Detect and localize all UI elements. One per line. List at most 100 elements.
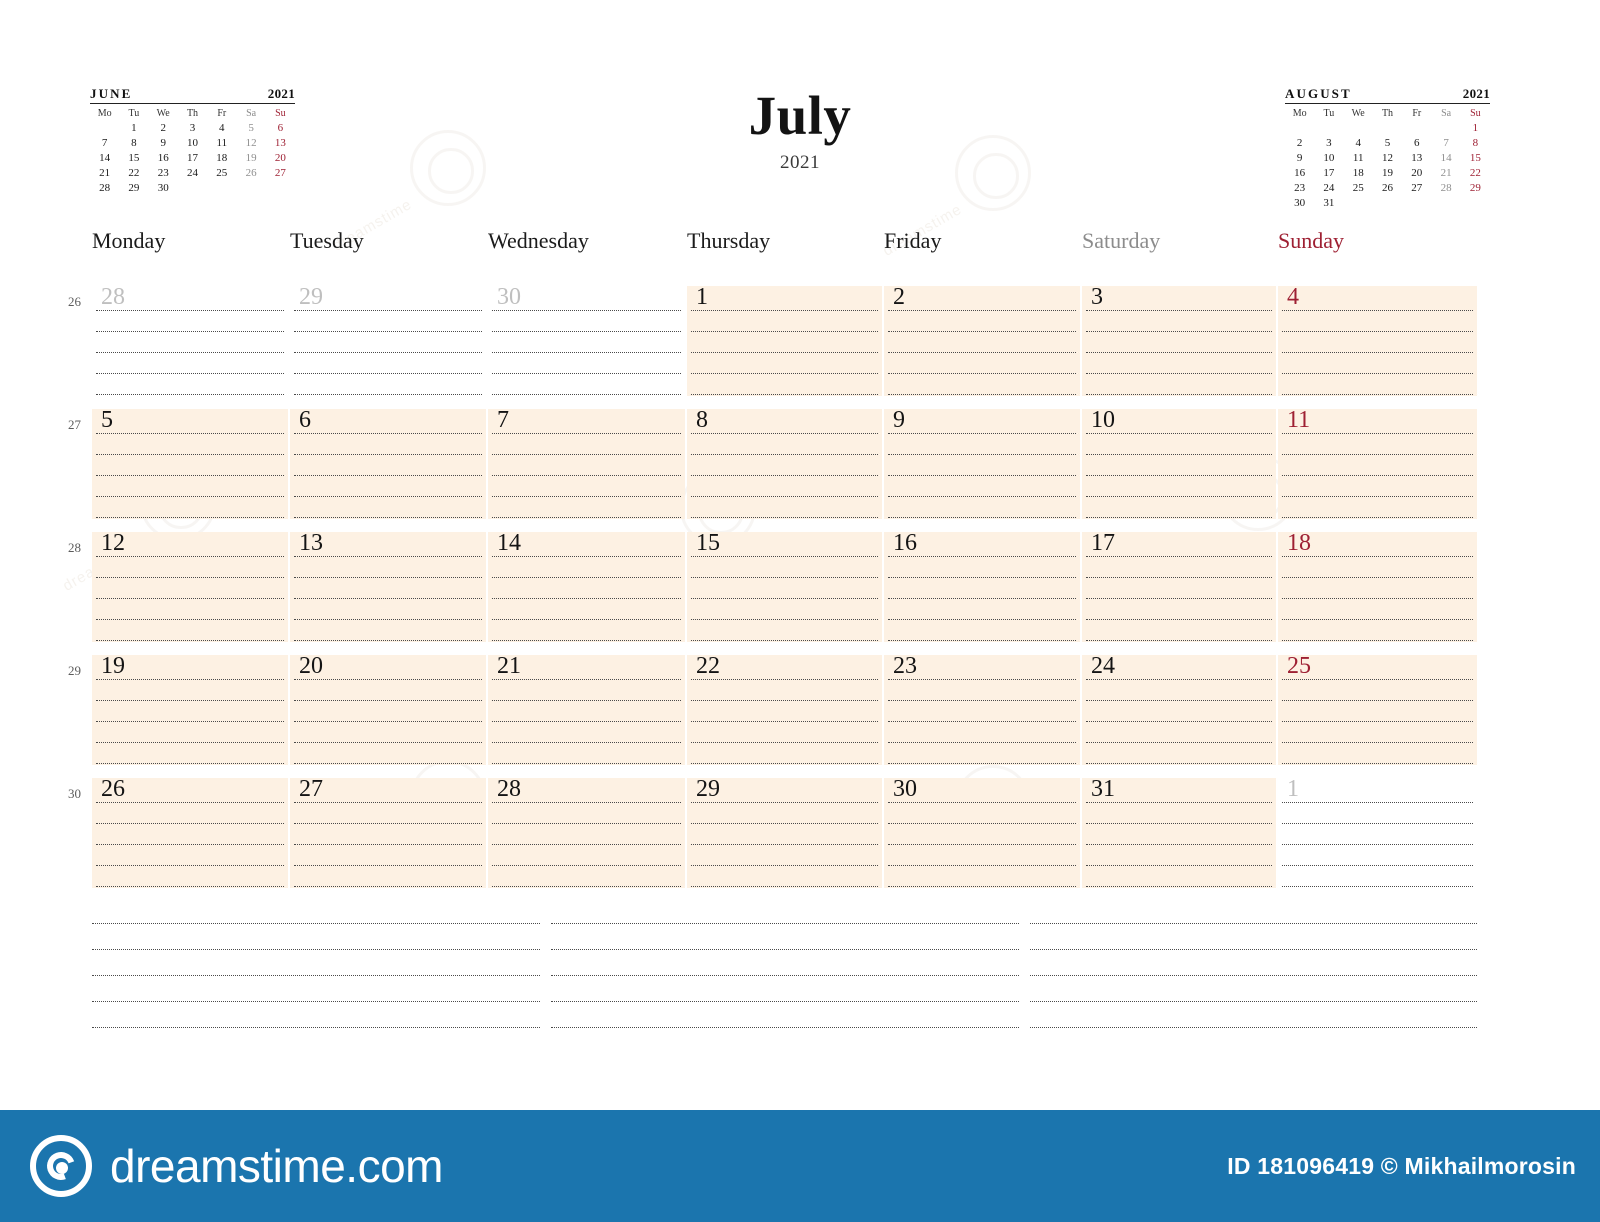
writing-line[interactable] (1282, 517, 1473, 518)
writing-line[interactable] (96, 373, 284, 374)
writing-line[interactable] (294, 577, 482, 578)
day-cell[interactable]: 17 (1082, 532, 1276, 642)
writing-line[interactable] (1282, 475, 1473, 476)
writing-line[interactable] (691, 700, 878, 701)
writing-line[interactable] (1282, 700, 1473, 701)
day-cell[interactable]: 2 (884, 286, 1080, 396)
day-cell[interactable]: 8 (687, 409, 882, 519)
day-cell[interactable]: 30 (884, 778, 1080, 888)
writing-line[interactable] (691, 865, 878, 866)
writing-line[interactable] (492, 763, 681, 764)
day-cell[interactable]: 31 (1082, 778, 1276, 888)
writing-line[interactable] (294, 373, 482, 374)
writing-line[interactable] (492, 844, 681, 845)
writing-line[interactable] (1086, 556, 1272, 557)
day-cell[interactable]: 24 (1082, 655, 1276, 765)
writing-line[interactable] (1282, 640, 1473, 641)
notes-line[interactable] (551, 949, 1019, 950)
writing-line[interactable] (691, 352, 878, 353)
writing-line[interactable] (691, 802, 878, 803)
writing-line[interactable] (888, 517, 1076, 518)
writing-line[interactable] (691, 496, 878, 497)
writing-line[interactable] (492, 619, 681, 620)
day-writing-lines[interactable] (488, 532, 685, 642)
day-writing-lines[interactable] (687, 409, 882, 519)
writing-line[interactable] (1282, 433, 1473, 434)
notes-line[interactable] (92, 975, 540, 976)
day-writing-lines[interactable] (488, 409, 685, 519)
writing-line[interactable] (691, 556, 878, 557)
notes-line[interactable] (1030, 923, 1477, 924)
writing-line[interactable] (691, 619, 878, 620)
day-writing-lines[interactable] (1278, 409, 1477, 519)
writing-line[interactable] (691, 433, 878, 434)
day-writing-lines[interactable] (92, 409, 288, 519)
notes-line[interactable] (1030, 975, 1477, 976)
writing-line[interactable] (691, 763, 878, 764)
day-cell[interactable]: 29 (687, 778, 882, 888)
writing-line[interactable] (691, 598, 878, 599)
day-cell[interactable]: 4 (1278, 286, 1477, 396)
writing-line[interactable] (492, 433, 681, 434)
writing-line[interactable] (492, 886, 681, 887)
day-cell[interactable]: 9 (884, 409, 1080, 519)
writing-line[interactable] (492, 721, 681, 722)
writing-line[interactable] (294, 742, 482, 743)
day-cell[interactable]: 1 (687, 286, 882, 396)
writing-line[interactable] (691, 454, 878, 455)
notes-line[interactable] (92, 1001, 540, 1002)
notes-line[interactable] (551, 1027, 1019, 1028)
notes-line[interactable] (551, 1001, 1019, 1002)
writing-line[interactable] (1086, 865, 1272, 866)
notes-line[interactable] (551, 975, 1019, 976)
writing-line[interactable] (1086, 598, 1272, 599)
writing-line[interactable] (888, 700, 1076, 701)
writing-line[interactable] (888, 865, 1076, 866)
writing-line[interactable] (96, 433, 284, 434)
writing-line[interactable] (492, 475, 681, 476)
writing-line[interactable] (1282, 802, 1473, 803)
writing-line[interactable] (492, 598, 681, 599)
writing-line[interactable] (888, 433, 1076, 434)
writing-line[interactable] (294, 802, 482, 803)
writing-line[interactable] (1086, 310, 1272, 311)
writing-line[interactable] (294, 394, 482, 395)
writing-line[interactable] (1086, 517, 1272, 518)
writing-line[interactable] (1086, 577, 1272, 578)
writing-line[interactable] (888, 802, 1076, 803)
day-cell[interactable]: 21 (488, 655, 685, 765)
writing-line[interactable] (1086, 721, 1272, 722)
writing-line[interactable] (96, 556, 284, 557)
writing-line[interactable] (1282, 886, 1473, 887)
writing-line[interactable] (1086, 700, 1272, 701)
writing-line[interactable] (691, 394, 878, 395)
writing-line[interactable] (888, 394, 1076, 395)
writing-line[interactable] (888, 763, 1076, 764)
writing-line[interactable] (1282, 619, 1473, 620)
writing-line[interactable] (888, 742, 1076, 743)
writing-line[interactable] (492, 802, 681, 803)
day-cell[interactable]: 3 (1082, 286, 1276, 396)
writing-line[interactable] (492, 394, 681, 395)
writing-line[interactable] (1282, 865, 1473, 866)
writing-line[interactable] (691, 823, 878, 824)
writing-line[interactable] (96, 823, 284, 824)
day-cell[interactable]: 28 (488, 778, 685, 888)
notes-line[interactable] (1030, 949, 1477, 950)
day-writing-lines[interactable] (687, 655, 882, 765)
writing-line[interactable] (691, 640, 878, 641)
day-cell[interactable]: 10 (1082, 409, 1276, 519)
writing-line[interactable] (888, 454, 1076, 455)
day-cell[interactable]: 29 (290, 286, 486, 396)
writing-line[interactable] (294, 310, 482, 311)
day-writing-lines[interactable] (92, 778, 288, 888)
day-cell[interactable]: 16 (884, 532, 1080, 642)
day-writing-lines[interactable] (290, 655, 486, 765)
writing-line[interactable] (1086, 679, 1272, 680)
writing-line[interactable] (96, 619, 284, 620)
writing-line[interactable] (96, 454, 284, 455)
notes-line[interactable] (1030, 1027, 1477, 1028)
writing-line[interactable] (888, 331, 1076, 332)
writing-line[interactable] (294, 352, 482, 353)
writing-line[interactable] (1282, 331, 1473, 332)
